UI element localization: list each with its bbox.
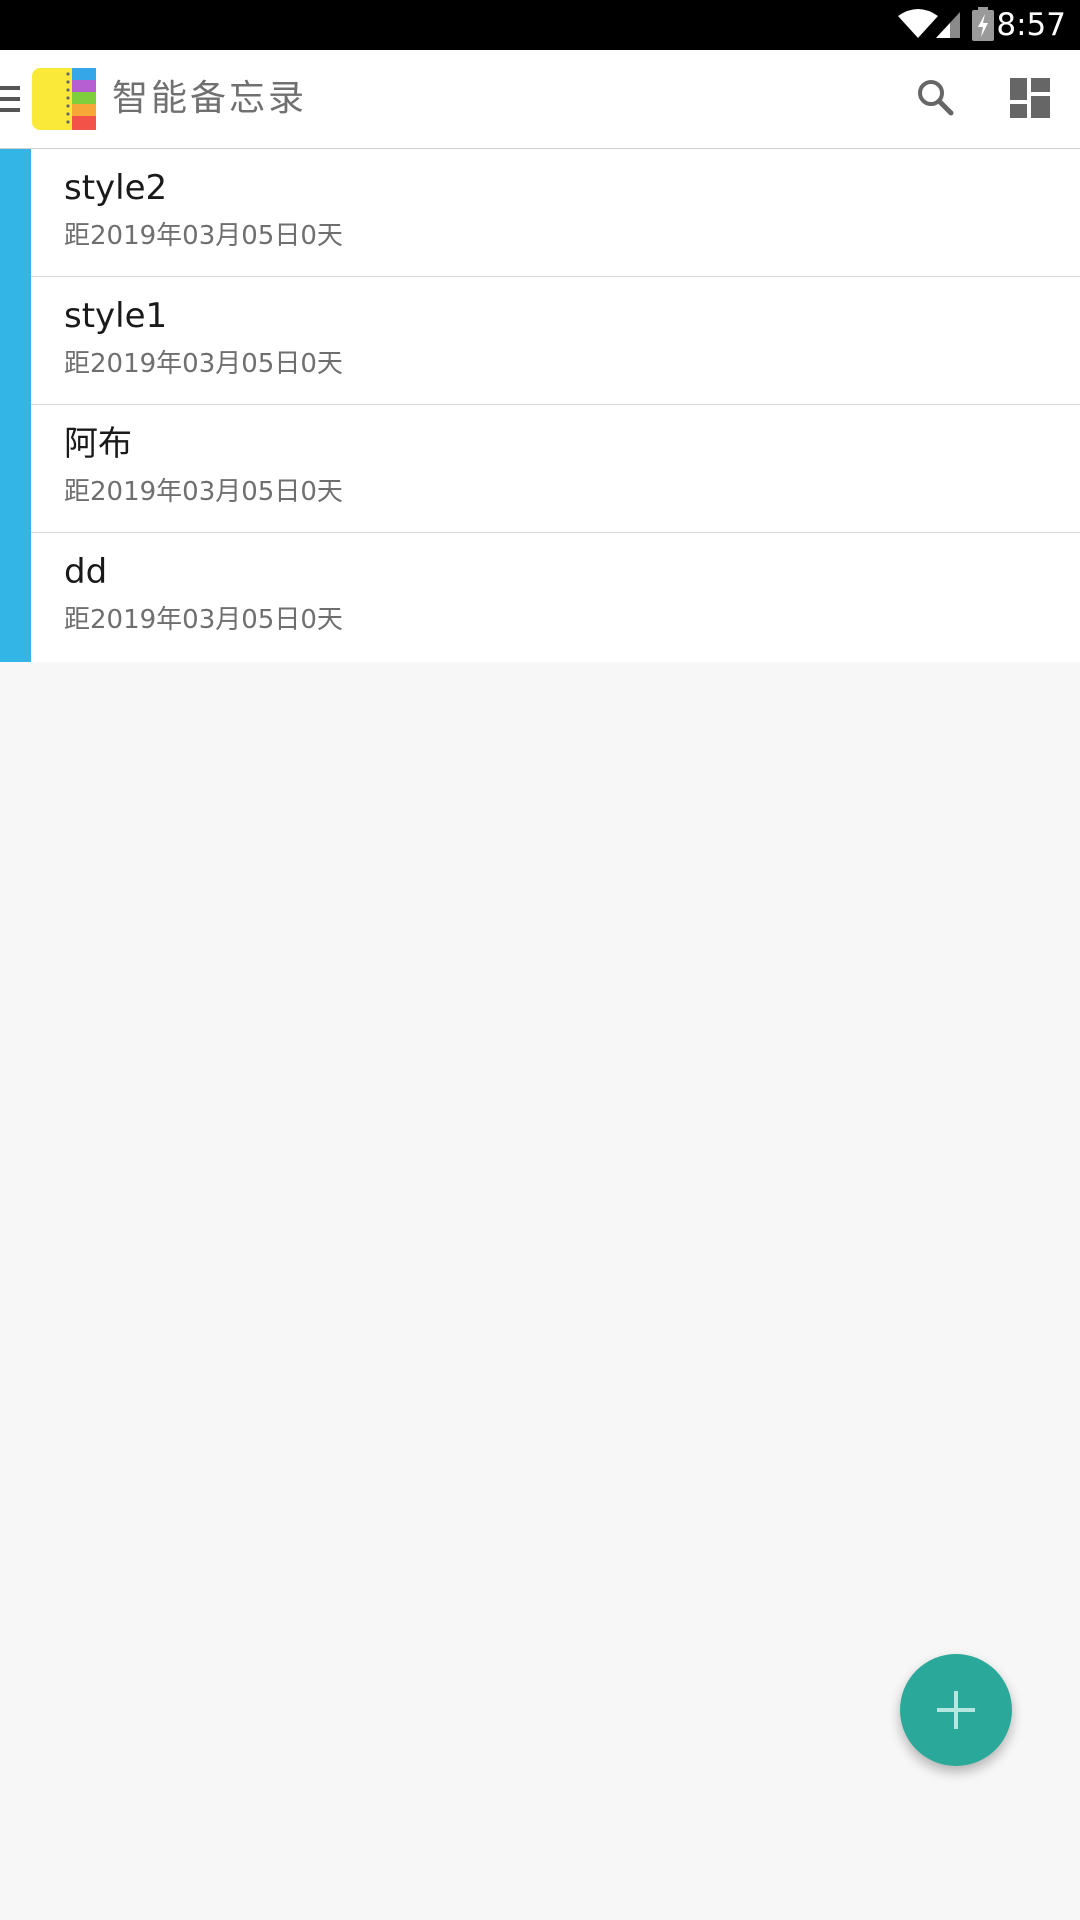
menu-icon[interactable] (0, 84, 20, 114)
plus-icon-vertical (954, 1691, 958, 1729)
memo-countdown: 距2019年03月05日0天 (64, 221, 343, 251)
memo-countdown: 距2019年03月05日0天 (64, 605, 343, 635)
dashboard-layout-icon[interactable] (1010, 78, 1050, 118)
memo-countdown: 距2019年03月05日0天 (64, 349, 343, 379)
memo-countdown: 距2019年03月05日0天 (64, 477, 343, 507)
status-bar: 8:57 (0, 0, 1080, 50)
memo-list: style2 距2019年03月05日0天 style1 距2019年03月05… (0, 149, 1080, 662)
memo-item[interactable]: 阿布 距2019年03月05日0天 (31, 405, 1080, 533)
category-color-strip (0, 149, 31, 662)
memo-item[interactable]: style2 距2019年03月05日0天 (31, 149, 1080, 277)
memo-title: style2 (64, 168, 168, 208)
memo-title: 阿布 (64, 424, 132, 464)
app-logo-icon (32, 68, 96, 130)
memo-item[interactable]: style1 距2019年03月05日0天 (31, 277, 1080, 405)
add-memo-button[interactable] (900, 1654, 1012, 1766)
status-time: 8:57 (996, 7, 1066, 43)
signal-icon (936, 12, 960, 38)
memo-title: dd (64, 552, 108, 592)
battery-charging-icon (972, 7, 994, 41)
app-bar: 智能备忘录 (0, 50, 1080, 150)
memo-title: style1 (64, 296, 168, 336)
search-icon[interactable] (910, 72, 962, 124)
app-title: 智能备忘录 (112, 78, 308, 119)
memo-item[interactable]: dd 距2019年03月05日0天 (31, 533, 1080, 662)
